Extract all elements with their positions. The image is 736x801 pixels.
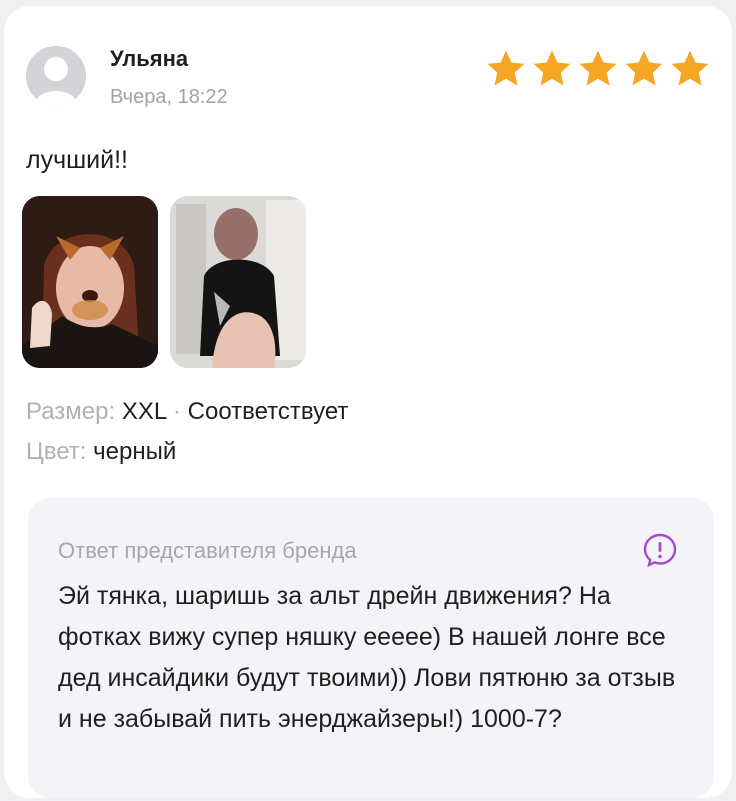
brand-chat-icon[interactable] <box>642 532 678 568</box>
star-icon <box>671 50 709 86</box>
review-photo-1[interactable] <box>22 196 158 368</box>
rating-stars <box>484 48 712 90</box>
color-label: Цвет: <box>26 438 87 465</box>
brand-reply: Ответ представителя бренда Эй тянка, шар… <box>28 498 714 798</box>
review-text: лучший!! <box>26 146 128 174</box>
fit-value: Соответствует <box>187 398 349 425</box>
star-icon <box>625 50 663 86</box>
reply-text: Эй тянка, шаришь за альт дрейн движения?… <box>58 582 676 733</box>
reply-title: Ответ представителя бренда <box>58 538 357 563</box>
color-row: Цвет: черный <box>26 438 176 466</box>
author-name: Ульяна <box>110 46 189 71</box>
size-row: Размер: XXL · Соответствует <box>26 398 348 426</box>
star-icon <box>533 50 571 86</box>
photo-selfie-icon <box>22 196 158 368</box>
photo-mirror-icon <box>170 196 306 368</box>
star-icon <box>579 50 617 86</box>
user-placeholder-icon <box>26 46 86 106</box>
size-label: Размер: <box>26 398 116 425</box>
review-date: Вчера, 18:22 <box>110 86 228 108</box>
size-value: XXL <box>121 398 167 425</box>
color-value: черный <box>93 438 177 465</box>
separator: · <box>172 398 181 425</box>
avatar[interactable] <box>26 46 86 106</box>
review-photo-2[interactable] <box>170 196 306 368</box>
star-icon <box>487 50 525 86</box>
review-card: Ульяна Вчера, 18:22 лучший!! Размер: XXL… <box>4 6 732 798</box>
